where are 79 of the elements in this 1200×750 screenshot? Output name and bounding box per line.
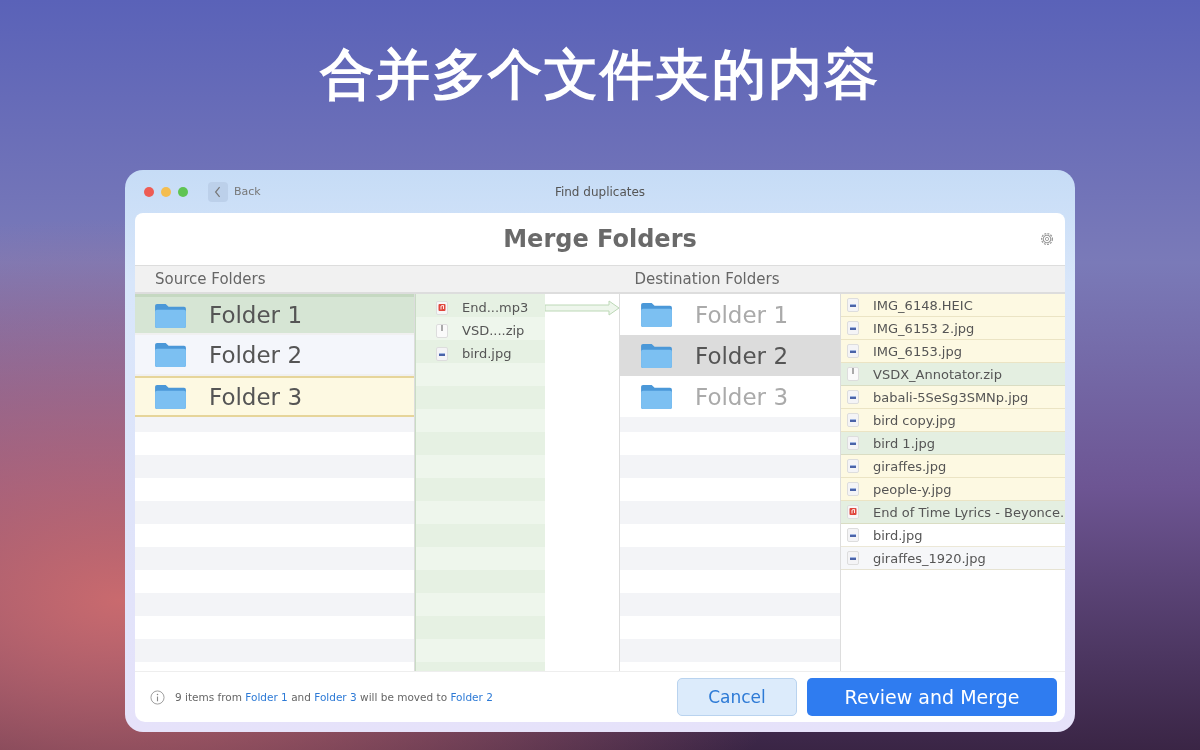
file-row[interactable]: IMG_6153.jpg	[841, 340, 1065, 363]
image-file-icon	[847, 390, 859, 404]
image-file-icon	[847, 528, 859, 542]
file-name: IMG_6148.HEIC	[873, 297, 973, 313]
folder-icon	[640, 342, 673, 369]
cancel-button[interactable]: Cancel	[677, 678, 797, 716]
folder-name: Folder 3	[209, 383, 303, 410]
zoom-button[interactable]	[178, 186, 188, 197]
file-row[interactable]: IMG_6153 2.jpg	[841, 317, 1065, 340]
image-file-icon	[847, 436, 859, 450]
image-file-icon	[436, 346, 448, 361]
settings-icon[interactable]	[1038, 230, 1056, 248]
back-button[interactable]	[208, 181, 228, 202]
folder-link[interactable]: Folder 2	[450, 691, 493, 703]
file-name: bird copy.jpg	[873, 412, 956, 428]
file-name: End of Time Lyrics - Beyonce.	[873, 504, 1065, 520]
file-row[interactable]: bird copy.jpg	[841, 409, 1065, 432]
source-folder-row[interactable]: Folder 3	[135, 376, 414, 417]
file-row[interactable]: bird 1.jpg	[841, 432, 1065, 455]
folder-name: Folder 3	[695, 383, 789, 410]
file-name: giraffes_1920.jpg	[873, 550, 986, 566]
file-row[interactable]: End of Time Lyrics - Beyonce.	[841, 501, 1065, 524]
file-name: babali-5SeSg3SMNp.jpg	[873, 389, 1029, 405]
zip-file-icon	[436, 323, 448, 338]
back-label[interactable]: Back	[234, 185, 261, 198]
panel-title: Merge Folders	[503, 225, 697, 253]
window-title: Find duplicates	[554, 184, 646, 199]
back-icon	[214, 185, 222, 198]
destination-header: Destination Folders	[634, 270, 780, 288]
folder-link[interactable]: Folder 3	[314, 691, 357, 703]
file-name: IMG_6153 2.jpg	[873, 320, 975, 336]
close-button[interactable]	[144, 186, 154, 197]
file-name: bird.jpg	[462, 346, 512, 361]
file-row[interactable]: IMG_6148.HEIC	[841, 294, 1065, 317]
destination-folder-row[interactable]: Folder 2	[620, 335, 840, 376]
info-icon	[150, 689, 165, 705]
folder-icon	[640, 301, 673, 328]
file-name: End...mp3	[462, 300, 529, 315]
file-name: IMG_6153.jpg	[873, 343, 962, 359]
file-name: giraffes.jpg	[873, 458, 947, 474]
file-row[interactable]: bird.jpg	[416, 342, 545, 365]
folder-icon	[154, 301, 187, 329]
folder-name: Folder 1	[695, 301, 789, 328]
zip-file-icon	[847, 367, 859, 381]
headline: 合并多个文件夹的内容	[320, 42, 880, 108]
image-file-icon	[847, 298, 859, 312]
file-name: VSDX_Annotator.zip	[873, 366, 1002, 382]
audio-file-icon	[847, 505, 859, 519]
image-file-icon	[847, 551, 859, 565]
image-file-icon	[847, 413, 859, 427]
file-name: bird.jpg	[873, 527, 923, 543]
image-file-icon	[847, 459, 859, 473]
file-row[interactable]: VSDX_Annotator.zip	[841, 363, 1065, 386]
file-row[interactable]: End...mp3	[416, 296, 545, 319]
audio-file-icon	[436, 300, 448, 315]
folder-name: Folder 2	[209, 341, 303, 368]
image-file-icon	[847, 344, 859, 358]
file-name: people-y.jpg	[873, 481, 952, 497]
source-header: Source Folders	[155, 270, 266, 288]
file-row[interactable]: giraffes_1920.jpg	[841, 547, 1065, 570]
review-and-merge-button[interactable]: Review and Merge	[807, 678, 1057, 716]
merge-summary: 9 items from Folder 1 and Folder 3 will be moved to Folder 2	[175, 691, 493, 703]
file-name: VSD....zip	[462, 323, 525, 338]
minimize-button[interactable]	[161, 186, 171, 197]
image-file-icon	[847, 482, 859, 496]
source-folder-row[interactable]: Folder 2	[135, 335, 414, 376]
file-row[interactable]: VSD....zip	[416, 319, 545, 342]
source-folder-row[interactable]: Folder 1	[135, 294, 414, 335]
folder-icon	[154, 341, 187, 368]
image-file-icon	[847, 321, 859, 335]
file-name: bird 1.jpg	[873, 435, 935, 451]
folder-name: Folder 2	[695, 342, 789, 369]
file-row[interactable]: people-y.jpg	[841, 478, 1065, 501]
folder-link[interactable]: Folder 1	[245, 691, 288, 703]
file-row[interactable]: giraffes.jpg	[841, 455, 1065, 478]
folder-name: Folder 1	[209, 302, 303, 328]
folder-icon	[640, 383, 673, 410]
file-row[interactable]: babali-5SeSg3SMNp.jpg	[841, 386, 1065, 409]
folder-icon	[154, 383, 187, 410]
